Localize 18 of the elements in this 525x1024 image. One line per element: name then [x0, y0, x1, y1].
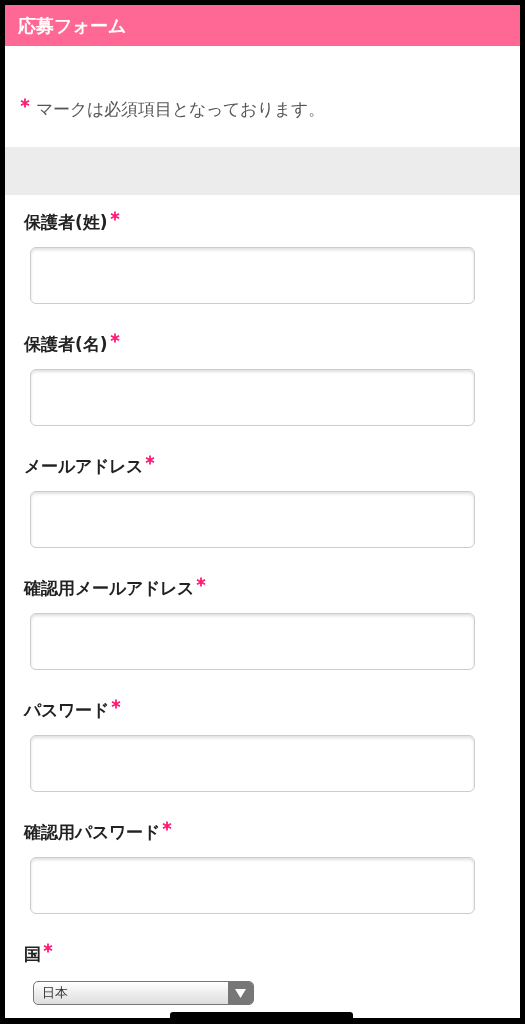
- required-mark-icon: [20, 97, 30, 108]
- text-input-field[interactable]: [30, 369, 475, 426]
- field-label: 国: [24, 943, 41, 966]
- field-label: 保護者(名): [24, 333, 108, 356]
- text-input-field[interactable]: [30, 735, 475, 792]
- text-input-field[interactable]: [30, 613, 475, 670]
- country-dropdown[interactable]: 日本: [33, 981, 254, 1005]
- field-label: 確認用メールアドレス: [24, 577, 194, 600]
- text-input-field[interactable]: [30, 491, 475, 548]
- field-label: パスワード: [24, 699, 109, 722]
- field-label: 確認用パスワード: [24, 821, 160, 844]
- dropdown-arrow-icon: [235, 988, 246, 998]
- required-note: マークは必須項目となっております。: [36, 98, 325, 121]
- form-title: 応募フォーム: [18, 13, 126, 38]
- text-input-field[interactable]: [30, 857, 475, 914]
- text-input-field[interactable]: [30, 247, 475, 304]
- field-label: メールアドレス: [24, 455, 143, 478]
- field-label: 保護者(姓): [24, 211, 108, 234]
